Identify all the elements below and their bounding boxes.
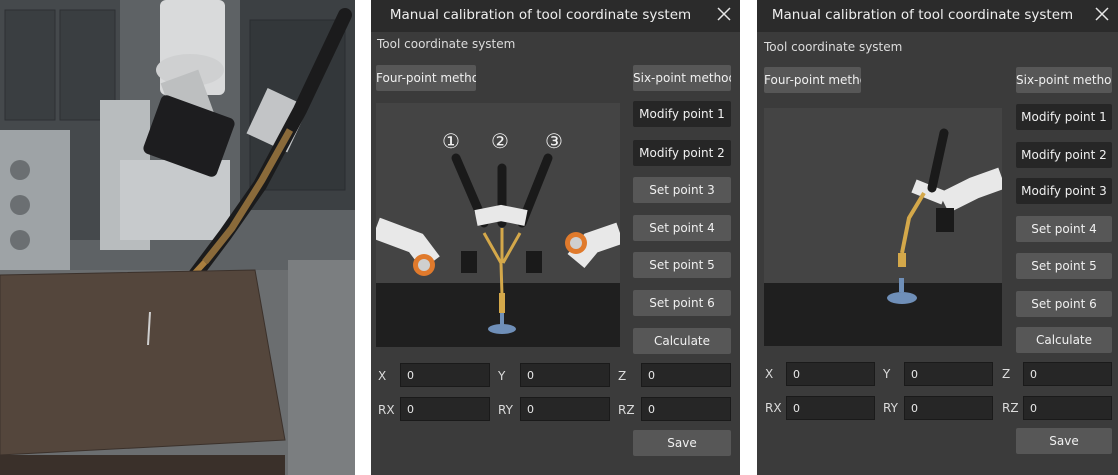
robot-welding-photo bbox=[0, 0, 355, 475]
calculate-button[interactable]: Calculate bbox=[633, 328, 731, 354]
rx-label: RX bbox=[378, 403, 395, 417]
point-5-button[interactable]: Set point 5 bbox=[1016, 253, 1112, 279]
rz-field[interactable]: 0 bbox=[1023, 396, 1112, 420]
rx-label: RX bbox=[765, 401, 782, 415]
close-icon[interactable] bbox=[714, 4, 734, 24]
save-button[interactable]: Save bbox=[1016, 428, 1112, 454]
rx-field[interactable]: 0 bbox=[400, 397, 490, 421]
x-field[interactable]: 0 bbox=[786, 362, 875, 386]
z-field[interactable]: 0 bbox=[1023, 362, 1112, 386]
point-6-button[interactable]: Set point 6 bbox=[633, 290, 731, 316]
four-point-method-button[interactable]: Four-point method bbox=[764, 67, 861, 93]
z-field[interactable]: 0 bbox=[641, 363, 731, 387]
calibration-dialog-six-point: Manual calibration of tool coordinate sy… bbox=[371, 0, 740, 475]
calculate-button[interactable]: Calculate bbox=[1016, 327, 1112, 353]
point-4-button[interactable]: Set point 4 bbox=[1016, 216, 1112, 242]
marker-3: ③ bbox=[545, 129, 563, 153]
y-field[interactable]: 0 bbox=[520, 363, 610, 387]
point-2-button[interactable]: Modify point 2 bbox=[633, 140, 731, 166]
six-point-method-button[interactable]: Six-point method bbox=[633, 65, 731, 91]
z-label: Z bbox=[618, 369, 627, 383]
calibration-illustration bbox=[764, 108, 1002, 346]
rx-field[interactable]: 0 bbox=[786, 396, 875, 420]
six-point-method-button[interactable]: Six-point method bbox=[1016, 67, 1112, 93]
y-label: Y bbox=[498, 369, 506, 383]
ry-field[interactable]: 0 bbox=[520, 397, 610, 421]
point-4-button[interactable]: Set point 4 bbox=[633, 215, 731, 241]
robot-photo-illustration bbox=[0, 0, 355, 475]
x-field[interactable]: 0 bbox=[400, 363, 490, 387]
robot-point-diagram bbox=[764, 108, 1002, 346]
y-field[interactable]: 0 bbox=[904, 362, 993, 386]
save-button[interactable]: Save bbox=[633, 430, 731, 456]
rz-label: RZ bbox=[1002, 401, 1019, 415]
rz-label: RZ bbox=[618, 403, 635, 417]
title-bar: Manual calibration of tool coordinate sy… bbox=[757, 0, 1118, 32]
ry-label: RY bbox=[883, 401, 898, 415]
point-1-button[interactable]: Modify point 1 bbox=[633, 101, 731, 127]
dialog-title: Manual calibration of tool coordinate sy… bbox=[771, 7, 1074, 23]
rz-field[interactable]: 0 bbox=[641, 397, 731, 421]
calibration-dialog-six-point-step3: Manual calibration of tool coordinate sy… bbox=[757, 0, 1118, 475]
z-label: Z bbox=[1002, 367, 1011, 381]
marker-1: ① bbox=[442, 129, 460, 153]
point-3-button[interactable]: Set point 3 bbox=[633, 177, 731, 203]
point-3-button[interactable]: Modify point 3 bbox=[1016, 178, 1112, 204]
marker-2: ② bbox=[491, 129, 509, 153]
point-2-button[interactable]: Modify point 2 bbox=[1016, 142, 1112, 168]
ry-label: RY bbox=[498, 403, 513, 417]
close-icon[interactable] bbox=[1092, 4, 1112, 24]
point-6-button[interactable]: Set point 6 bbox=[1016, 291, 1112, 317]
title-bar: Manual calibration of tool coordinate sy… bbox=[371, 0, 740, 32]
four-point-method-button[interactable]: Four-point method bbox=[376, 65, 476, 91]
dialog-title: Manual calibration of tool coordinate sy… bbox=[389, 7, 692, 23]
six-point-robot-diagram: ① ② ③ bbox=[376, 103, 620, 347]
x-label: X bbox=[765, 367, 774, 381]
section-subtitle: Tool coordinate system bbox=[377, 37, 516, 51]
y-label: Y bbox=[883, 367, 891, 381]
section-subtitle: Tool coordinate system bbox=[764, 40, 903, 54]
ry-field[interactable]: 0 bbox=[904, 396, 993, 420]
point-1-button[interactable]: Modify point 1 bbox=[1016, 104, 1112, 130]
calibration-illustration: ① ② ③ bbox=[376, 103, 620, 347]
x-label: X bbox=[378, 369, 387, 383]
point-5-button[interactable]: Set point 5 bbox=[633, 252, 731, 278]
